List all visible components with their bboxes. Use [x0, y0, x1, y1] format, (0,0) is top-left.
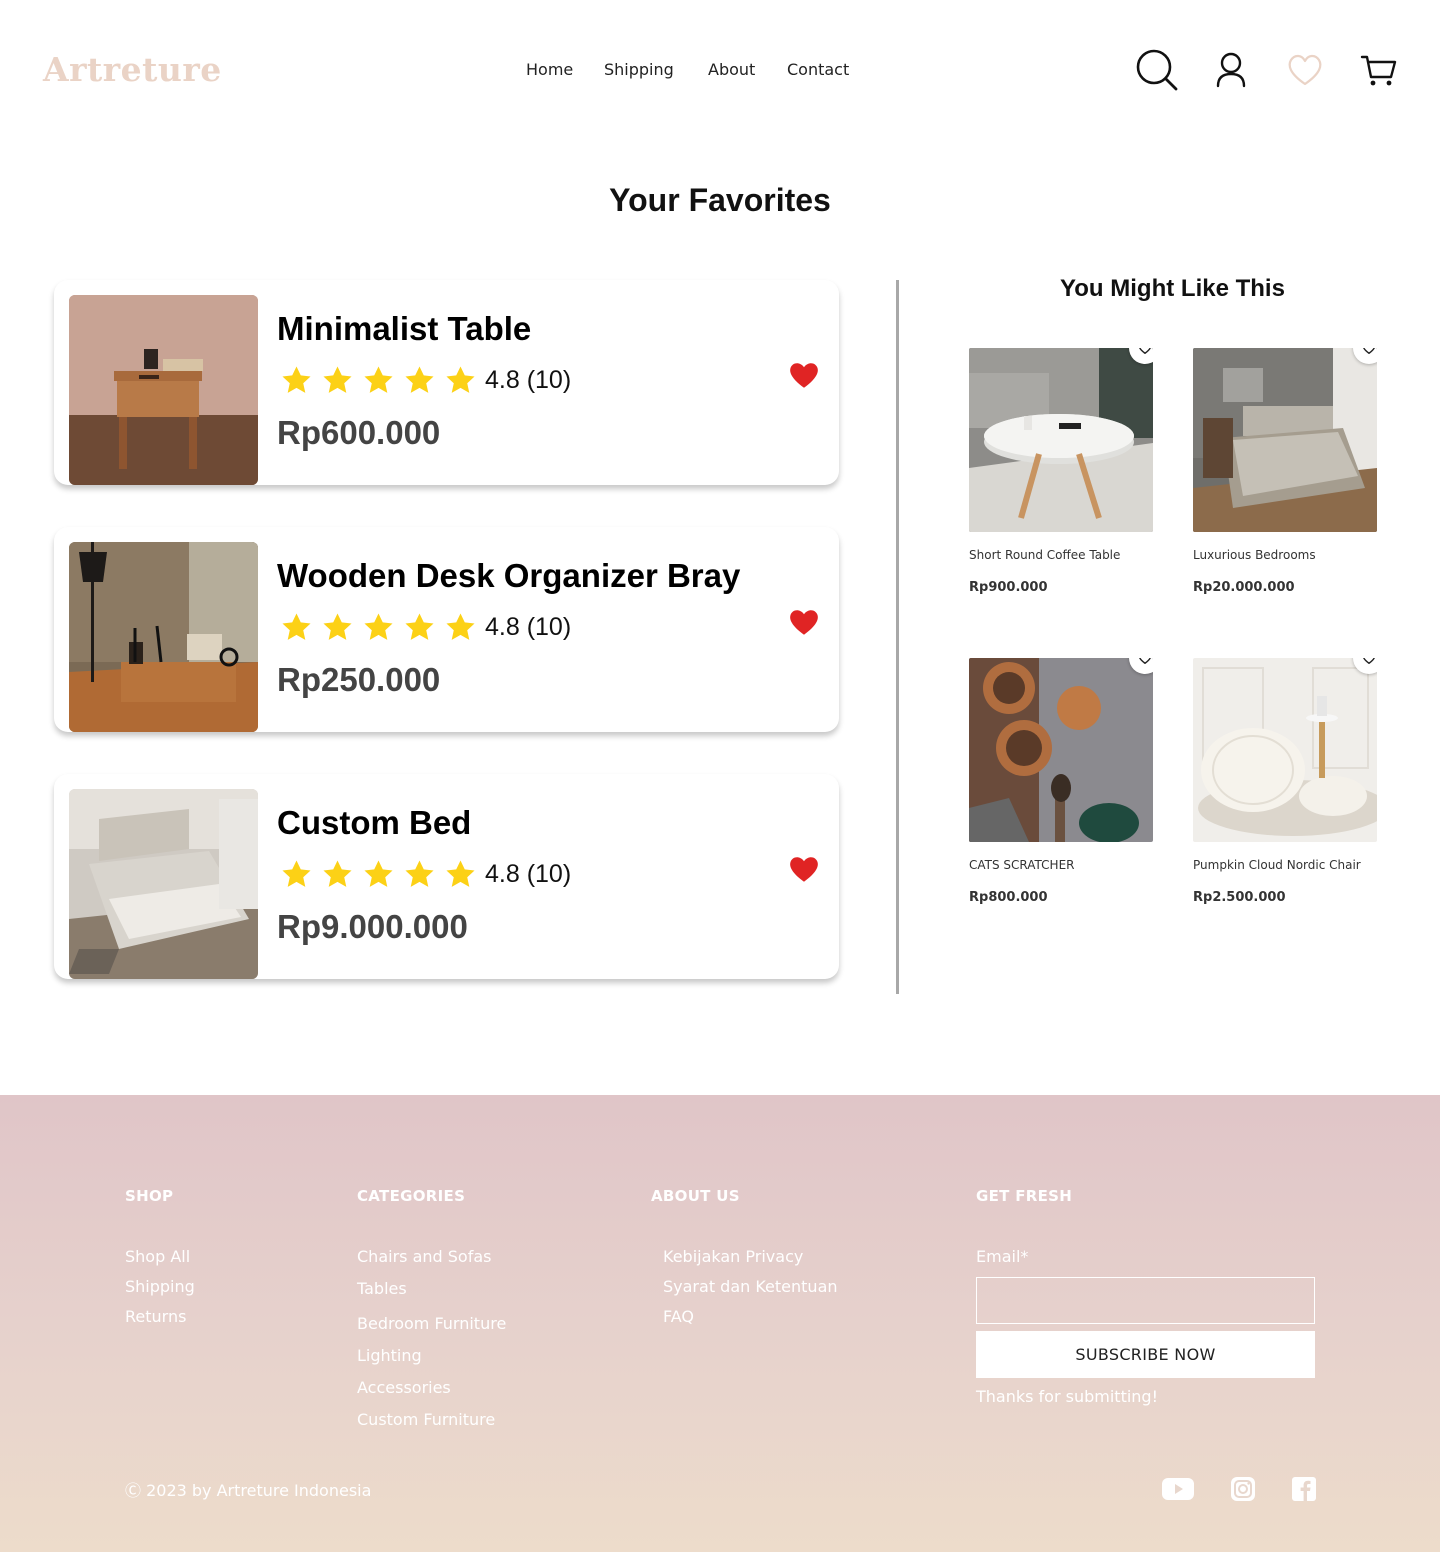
footer-link-faq[interactable]: FAQ [663, 1307, 694, 1326]
rating-text: 4.8 (10) [485, 859, 572, 888]
favorite-price: Rp600.000 [277, 414, 441, 451]
star-icon [446, 612, 475, 640]
heart-outline-icon [1139, 658, 1151, 664]
rating-stars: 4.8 (10) [280, 610, 571, 644]
facebook-icon[interactable] [1291, 1475, 1317, 1503]
product-card[interactable]: Luxurious Bedrooms Rp20.000.000 [1193, 348, 1377, 595]
footer-link-custom-furniture[interactable]: Custom Furniture [357, 1410, 495, 1429]
product-name[interactable]: Luxurious Bedrooms [1193, 548, 1377, 562]
favorite-card[interactable]: Minimalist Table 4.8 (10) Rp600.000 [54, 280, 839, 485]
favorite-heart-icon[interactable] [787, 605, 821, 639]
nav-contact[interactable]: Contact [787, 60, 849, 79]
footer-heading-get-fresh: GET FRESH [976, 1187, 1073, 1205]
rating-stars: 4.8 (10) [280, 363, 571, 397]
star-icon [446, 365, 475, 393]
recommend-title: You Might Like This [1060, 275, 1285, 302]
rating-stars: 4.8 (10) [280, 857, 571, 891]
instagram-icon[interactable] [1230, 1475, 1256, 1503]
product-image-pumpkin-chair[interactable] [1193, 658, 1377, 842]
star-icon [282, 859, 311, 887]
product-image-custom-bed[interactable] [69, 789, 258, 979]
product-price: Rp20.000.000 [1193, 580, 1295, 595]
favorite-name[interactable]: Minimalist Table [277, 310, 531, 348]
brand-logo[interactable]: Artreture [43, 50, 222, 89]
star-icon [282, 612, 311, 640]
footer-link-shop-all[interactable]: Shop All [125, 1247, 190, 1266]
product-name[interactable]: Short Round Coffee Table [969, 548, 1153, 562]
footer-link-privacy[interactable]: Kebijakan Privacy [663, 1247, 803, 1266]
product-image-bedroom[interactable] [1193, 348, 1377, 532]
product-image-desk-organizer[interactable] [69, 542, 258, 732]
favorite-card[interactable]: Custom Bed 4.8 (10) Rp9.000.000 [54, 774, 839, 979]
product-image-minimalist-table[interactable] [69, 295, 258, 485]
footer-link-tables[interactable]: Tables [357, 1279, 407, 1298]
star-icon [364, 612, 393, 640]
subscribe-button[interactable]: SUBSCRIBE NOW [976, 1331, 1315, 1378]
nav-shipping[interactable]: Shipping [604, 60, 674, 79]
user-icon[interactable] [1209, 48, 1253, 92]
star-icon [282, 365, 311, 393]
favorite-name[interactable]: Custom Bed [277, 804, 471, 842]
product-name[interactable]: CATS SCRATCHER [969, 858, 1153, 872]
footer-link-accessories[interactable]: Accessories [357, 1378, 451, 1397]
email-label: Email* [976, 1247, 1029, 1266]
rating-text: 4.8 (10) [485, 612, 572, 641]
favorite-heart-icon[interactable] [787, 852, 821, 886]
star-icon [446, 859, 475, 887]
star-icon [323, 612, 352, 640]
product-price: Rp2.500.000 [1193, 890, 1286, 905]
star-icon [364, 859, 393, 887]
star-icon [405, 365, 434, 393]
star-icon [323, 365, 352, 393]
subscribe-confirmation: Thanks for submitting! [976, 1387, 1158, 1406]
footer-link-lighting[interactable]: Lighting [357, 1346, 422, 1365]
favorite-name[interactable]: Wooden Desk Organizer Bray [277, 557, 740, 595]
footer-heading-about: ABOUT US [651, 1187, 740, 1205]
youtube-icon[interactable] [1162, 1475, 1194, 1503]
search-icon[interactable] [1135, 48, 1179, 92]
footer-link-bedroom-furniture[interactable]: Bedroom Furniture [357, 1314, 506, 1333]
star-icon [405, 859, 434, 887]
nav-home[interactable]: Home [526, 60, 573, 79]
product-image-cats-scratcher[interactable] [969, 658, 1153, 842]
footer-link-shipping[interactable]: Shipping [125, 1277, 195, 1296]
product-card[interactable]: Short Round Coffee Table Rp900.000 [969, 348, 1153, 595]
site-footer: SHOP Shop All Shipping Returns CATEGORIE… [0, 1095, 1440, 1552]
copyright-text: Ⓒ 2023 by Artreture Indonesia [125, 1481, 372, 1500]
product-price: Rp900.000 [969, 580, 1048, 595]
product-card[interactable]: CATS SCRATCHER Rp800.000 [969, 658, 1153, 905]
email-field[interactable] [976, 1277, 1315, 1324]
favorite-heart-icon[interactable] [787, 358, 821, 392]
product-name[interactable]: Pumpkin Cloud Nordic Chair [1193, 858, 1377, 872]
heart-outline-icon [1363, 658, 1375, 664]
footer-link-terms[interactable]: Syarat dan Ketentuan [663, 1277, 838, 1296]
footer-heading-categories: CATEGORIES [357, 1187, 466, 1205]
nav-about[interactable]: About [708, 60, 755, 79]
star-icon [323, 859, 352, 887]
rating-text: 4.8 (10) [485, 365, 572, 394]
favorite-price: Rp250.000 [277, 661, 441, 698]
favorite-card[interactable]: Wooden Desk Organizer Bray 4.8 (10) Rp25… [54, 527, 839, 732]
heart-outline-icon [1363, 348, 1375, 354]
footer-link-chairs-sofas[interactable]: Chairs and Sofas [357, 1247, 491, 1266]
favorite-price: Rp9.000.000 [277, 908, 468, 945]
star-icon [364, 365, 393, 393]
footer-heading-shop: SHOP [125, 1187, 174, 1205]
page-title: Your Favorites [609, 182, 831, 218]
footer-link-returns[interactable]: Returns [125, 1307, 186, 1326]
product-card[interactable]: Pumpkin Cloud Nordic Chair Rp2.500.000 [1193, 658, 1377, 905]
product-image-coffee-table[interactable] [969, 348, 1153, 532]
product-price: Rp800.000 [969, 890, 1048, 905]
cart-icon[interactable] [1357, 48, 1401, 92]
heart-icon[interactable] [1283, 48, 1327, 92]
star-icon [405, 612, 434, 640]
heart-outline-icon [1139, 348, 1151, 354]
section-divider [896, 280, 899, 994]
